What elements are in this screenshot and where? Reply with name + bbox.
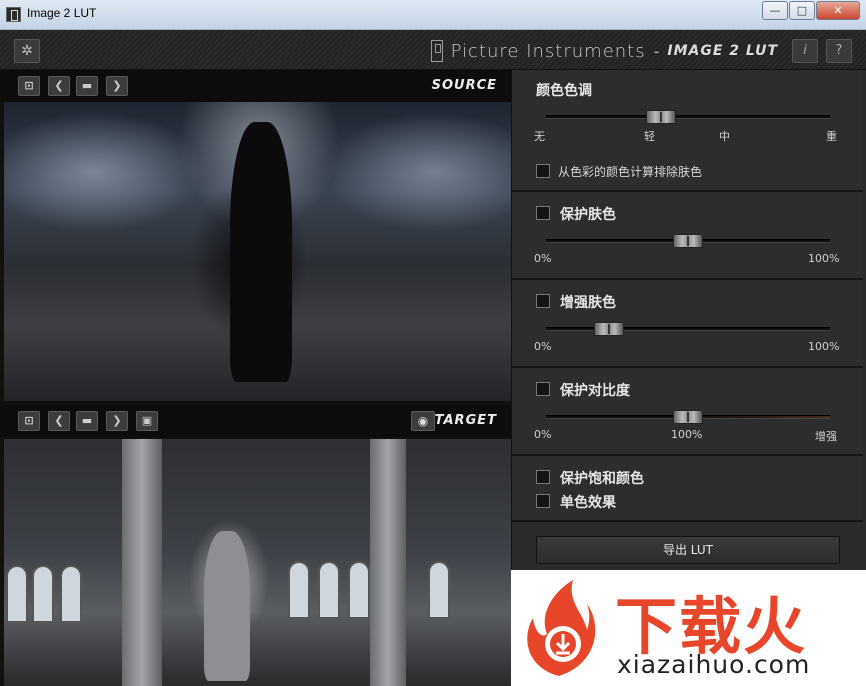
target-label: TARGET <box>434 413 497 428</box>
source-image[interactable] <box>4 102 511 401</box>
window-controls: — □ ✕ <box>761 1 860 20</box>
protect-contrast-slider-knob[interactable] <box>673 410 703 424</box>
protect-skin-label: 保护肤色 <box>560 207 616 223</box>
protect-skin-max: 100% <box>808 252 840 265</box>
enhance-skin-min: 0% <box>534 340 552 353</box>
exclude-skin-label: 从色彩的颜色计算排除肤色 <box>558 165 703 179</box>
target-pillar <box>370 439 406 686</box>
chevron-right-icon[interactable]: ❯ <box>106 76 128 96</box>
target-window <box>32 565 54 623</box>
app-header: ✲ Picture Instruments - IMAGE 2 LUT i ? <box>0 30 866 70</box>
enhance-skin-slider[interactable] <box>546 327 830 331</box>
protect-skin-slider-knob[interactable] <box>673 234 703 248</box>
source-toolbar: ⊡ ❮ ▬ ❯ SOURCE <box>0 70 511 102</box>
app-icon <box>6 7 21 22</box>
window-title: Image 2 LUT <box>27 6 97 20</box>
color-tone-slider-knob[interactable] <box>646 110 676 124</box>
target-toolbar: ⊡ ❮ ▬ ❯ ▣ ◉ TARGET <box>0 405 511 437</box>
watermark: 下载火 xiazaihuo.com <box>511 570 866 686</box>
color-tone-section: 颜色色调 无 轻 中 重 从色彩的颜色计算排除肤色 <box>512 70 863 192</box>
brand-name: Picture Instruments <box>450 40 646 62</box>
target-image[interactable] <box>4 439 511 686</box>
enhance-skin-slider-knob[interactable] <box>594 322 624 336</box>
brand: Picture Instruments - IMAGE 2 LUT <box>430 39 778 63</box>
source-label: SOURCE <box>431 78 497 93</box>
options-section: 保护饱和颜色 单色效果 <box>512 456 863 522</box>
help-button[interactable]: ? <box>826 39 852 63</box>
color-tone-slider[interactable] <box>546 115 830 119</box>
picture-instruments-logo <box>430 40 443 62</box>
chevron-right-icon[interactable]: ❯ <box>106 411 128 431</box>
minimize-button[interactable]: — <box>762 1 788 20</box>
enhance-skin-section: 增强肤色 0% 100% <box>512 280 863 368</box>
protect-contrast-label: 保护对比度 <box>560 383 630 399</box>
target-figure <box>204 531 250 681</box>
monochrome-label: 单色效果 <box>560 495 616 511</box>
color-tone-tick: 重 <box>826 130 837 143</box>
target-window <box>60 565 82 623</box>
color-tone-tick: 轻 <box>644 130 655 143</box>
chevron-left-icon[interactable]: ❮ <box>48 76 70 96</box>
title-bar: Image 2 LUT — □ ✕ <box>0 0 866 30</box>
image-panel: ⊡ ❮ ▬ ❯ SOURCE ⊡ ❮ ▬ ❯ ▣ ◉ TARGET <box>0 70 511 686</box>
protect-contrast-max: 增强 <box>815 430 837 443</box>
brand-separator: - <box>653 41 660 61</box>
folder-icon[interactable]: ▬ <box>76 76 98 96</box>
protect-saturation-checkbox[interactable] <box>536 470 550 484</box>
protect-skin-checkbox[interactable] <box>536 206 550 220</box>
target-window <box>6 565 28 623</box>
info-button[interactable]: i <box>792 39 818 63</box>
enhance-skin-max: 100% <box>808 340 840 353</box>
eye-icon[interactable]: ◉ <box>411 411 435 431</box>
load-icon[interactable]: ⊡ <box>18 76 40 96</box>
protect-skin-min: 0% <box>534 252 552 265</box>
product-name: IMAGE 2 LUT <box>667 43 778 59</box>
target-window <box>428 561 450 619</box>
target-window <box>348 561 370 619</box>
protect-saturation-label: 保护饱和颜色 <box>560 471 644 487</box>
protect-contrast-mid: 100% <box>671 428 703 441</box>
protect-contrast-checkbox[interactable] <box>536 382 550 396</box>
export-lut-button[interactable]: 导出 LUT <box>536 536 840 564</box>
protect-contrast-section: 保护对比度 0% 100% 增强 <box>512 368 863 456</box>
watermark-url: xiazaihuo.com <box>617 650 811 679</box>
folder-icon[interactable]: ▬ <box>76 411 98 431</box>
protect-skin-section: 保护肤色 0% 100% <box>512 192 863 280</box>
close-button[interactable]: ✕ <box>816 1 860 20</box>
exclude-skin-checkbox[interactable] <box>536 164 550 178</box>
chevron-left-icon[interactable]: ❮ <box>48 411 70 431</box>
target-pillar <box>122 439 162 686</box>
flame-logo-icon <box>527 580 596 676</box>
control-panel: 颜色色调 无 轻 中 重 从色彩的颜色计算排除肤色 保护肤色 0% 100% 增… <box>511 70 866 570</box>
enhance-skin-label: 增强肤色 <box>560 295 616 311</box>
monochrome-checkbox[interactable] <box>536 494 550 508</box>
maximize-button[interactable]: □ <box>789 1 815 20</box>
protect-contrast-min: 0% <box>534 428 552 441</box>
load-icon[interactable]: ⊡ <box>18 411 40 431</box>
color-tone-tick: 无 <box>534 130 545 143</box>
save-icon[interactable]: ▣ <box>136 411 158 431</box>
color-tone-tick: 中 <box>719 130 730 143</box>
target-window <box>318 561 340 619</box>
gear-icon[interactable]: ✲ <box>14 39 40 63</box>
color-tone-title: 颜色色调 <box>536 83 592 99</box>
source-figure <box>230 122 292 382</box>
target-window <box>288 561 310 619</box>
enhance-skin-checkbox[interactable] <box>536 294 550 308</box>
